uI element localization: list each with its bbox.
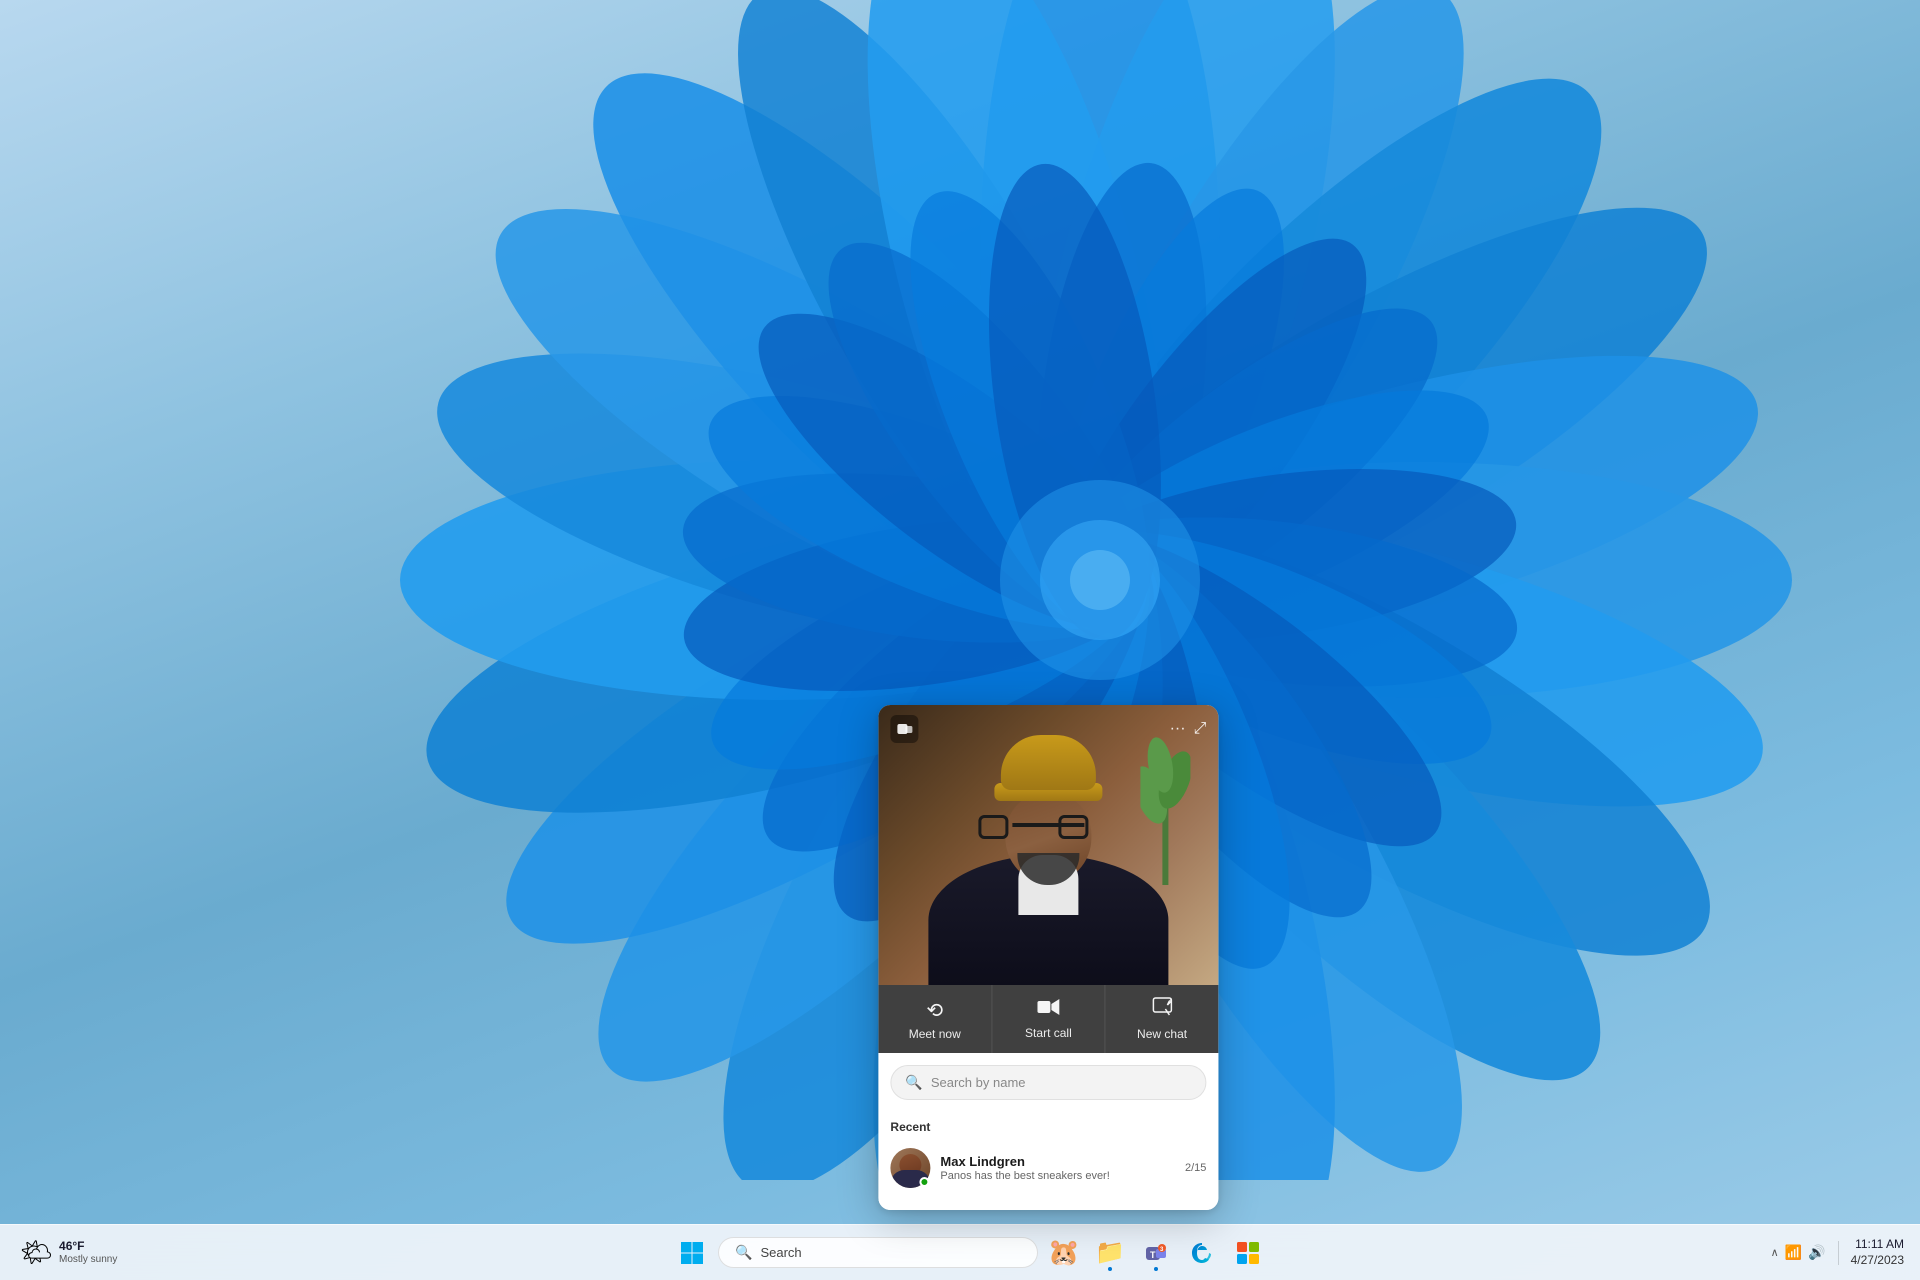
taskbar-app-edge[interactable] <box>1180 1231 1224 1275</box>
system-tray: ∧ 📶 🔊 <box>1771 1244 1826 1261</box>
store-icon <box>1235 1240 1261 1266</box>
contact-item-max-lindgren[interactable]: Max Lindgren Panos has the best sneakers… <box>890 1142 1206 1194</box>
taskbar-app-explorer[interactable]: 📁 <box>1088 1231 1132 1275</box>
weather-description: Mostly sunny <box>59 1254 117 1266</box>
start-call-icon <box>1037 998 1059 1022</box>
taskbar-app-teams[interactable]: T 3 <box>1134 1231 1178 1275</box>
volume-icon[interactable]: 🔊 <box>1808 1244 1825 1261</box>
teams-video-preview: ··· ⤢ <box>878 705 1218 985</box>
weather-widget[interactable]: 🌤 46°F Mostly sunny <box>12 1233 125 1272</box>
taskbar-right: ∧ 📶 🔊 11:11 AM 4/27/2023 <box>1720 1237 1920 1268</box>
new-chat-label: New chat <box>1137 1027 1187 1041</box>
online-status-dot <box>919 1177 929 1187</box>
taskbar-divider <box>1838 1241 1839 1265</box>
teams-taskbar-icon: T 3 <box>1142 1239 1170 1267</box>
date-display: 4/27/2023 <box>1851 1253 1904 1269</box>
start-call-button[interactable]: Start call <box>992 985 1106 1053</box>
taskbar-left: 🌤 46°F Mostly sunny <box>0 1233 220 1272</box>
search-placeholder-text: Search by name <box>931 1075 1026 1090</box>
taskbar-search-icon: 🔍 <box>735 1244 752 1261</box>
taskbar-center: 🔍 Search 🐹 📁 T 3 <box>220 1231 1720 1275</box>
start-call-label: Start call <box>1025 1026 1072 1040</box>
taskbar-search[interactable]: 🔍 Search <box>718 1237 1038 1268</box>
start-button[interactable] <box>670 1231 714 1275</box>
taskbar-search-text: Search <box>760 1245 801 1260</box>
edge-icon <box>1189 1240 1215 1266</box>
search-icon: 🔍 <box>905 1074 922 1091</box>
meet-now-icon: ⟲ <box>926 998 943 1023</box>
show-hidden-icons-button[interactable]: ∧ <box>1771 1246 1779 1259</box>
meet-now-button[interactable]: ⟲ Meet now <box>878 985 992 1053</box>
time-display: 11:11 AM <box>1851 1237 1904 1253</box>
search-by-name-input[interactable]: 🔍 Search by name <box>890 1065 1206 1100</box>
new-chat-icon <box>1152 997 1172 1023</box>
video-person <box>878 705 1218 985</box>
recent-header-label: Recent <box>890 1120 1206 1134</box>
clock-widget[interactable]: 11:11 AM 4/27/2023 <box>1851 1237 1904 1268</box>
taskbar-pinned-apps: 🐹 📁 T 3 <box>1042 1231 1270 1275</box>
meet-now-label: Meet now <box>909 1027 961 1041</box>
contact-last-message: Panos has the best sneakers ever! <box>940 1170 1175 1182</box>
hamster-icon: 🐹 <box>1048 1237 1080 1268</box>
teams-action-bar: ⟲ Meet now Start call <box>878 985 1218 1053</box>
taskbar: 🌤 46°F Mostly sunny 🔍 Search <box>0 1224 1920 1280</box>
new-chat-button[interactable]: New chat <box>1106 985 1219 1053</box>
taskbar-app-hamster[interactable]: 🐹 <box>1042 1231 1086 1275</box>
folder-icon: 📁 <box>1095 1238 1125 1267</box>
contact-time: 2/15 <box>1185 1162 1206 1174</box>
svg-text:T: T <box>1150 1250 1156 1260</box>
wifi-icon[interactable]: 📶 <box>1785 1244 1802 1261</box>
contact-info-max-lindgren: Max Lindgren Panos has the best sneakers… <box>940 1154 1175 1182</box>
weather-temperature: 46°F <box>59 1239 117 1253</box>
windows-logo-icon <box>680 1241 704 1265</box>
contact-name: Max Lindgren <box>940 1154 1175 1169</box>
weather-icon: 🌤 <box>20 1237 53 1268</box>
taskbar-app-store[interactable] <box>1226 1231 1270 1275</box>
weather-info: 46°F Mostly sunny <box>59 1239 117 1265</box>
teams-chat-popup: ··· ⤢ <box>878 705 1218 1210</box>
teams-search-section: 🔍 Search by name <box>878 1053 1218 1112</box>
teams-recent-section: Recent Max Lindgren Panos has the best s… <box>878 1112 1218 1210</box>
